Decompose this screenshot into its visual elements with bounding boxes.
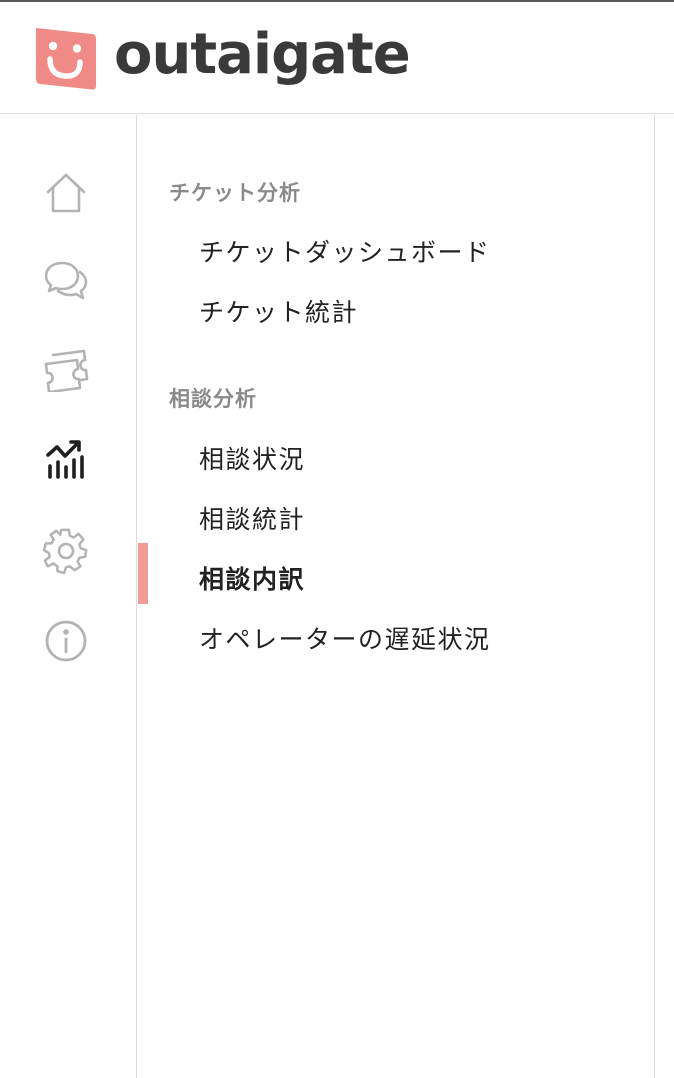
analytics-menu: チケット分析 チケットダッシュボード チケット統計 相談分析 相談状況 相談統計… (138, 115, 655, 1078)
menu-item-consultation-statistics[interactable]: 相談統計 (199, 500, 305, 536)
rail-info-button[interactable] (40, 615, 92, 667)
rail-home-button[interactable] (40, 167, 92, 219)
app-window: outaigate チケット分析 チケットダッシュボード チケット統計 相談分析… (0, 0, 674, 1078)
rail-analytics-button[interactable] (40, 433, 92, 485)
gear-icon (43, 528, 88, 574)
brand-logo[interactable]: outaigate (30, 22, 411, 92)
rail-tickets-button[interactable] (40, 343, 92, 395)
section-title-ticket-analysis: チケット分析 (169, 181, 301, 205)
menu-item-ticket-dashboard[interactable]: チケットダッシュボード (199, 233, 491, 269)
menu-item-operator-delay-status[interactable]: オペレーターの遅延状況 (199, 620, 491, 656)
brand-name: outaigate (114, 22, 411, 87)
header: outaigate (0, 2, 674, 114)
smile-logo-icon (36, 28, 96, 90)
chat-bubbles-icon (44, 261, 88, 300)
tickets-icon (44, 349, 89, 392)
rail-chat-button[interactable] (40, 255, 92, 307)
section-title-consultation-analysis: 相談分析 (169, 387, 257, 411)
active-indicator (138, 543, 148, 604)
rail-settings-button[interactable] (40, 525, 92, 577)
menu-item-consultation-status[interactable]: 相談状況 (199, 440, 305, 476)
home-icon (46, 173, 86, 213)
menu-item-consultation-breakdown[interactable]: 相談内訳 (199, 560, 305, 596)
analytics-chart-icon (46, 440, 84, 479)
info-icon (45, 620, 87, 662)
icon-rail (0, 115, 137, 1078)
menu-item-ticket-statistics[interactable]: チケット統計 (199, 293, 358, 329)
